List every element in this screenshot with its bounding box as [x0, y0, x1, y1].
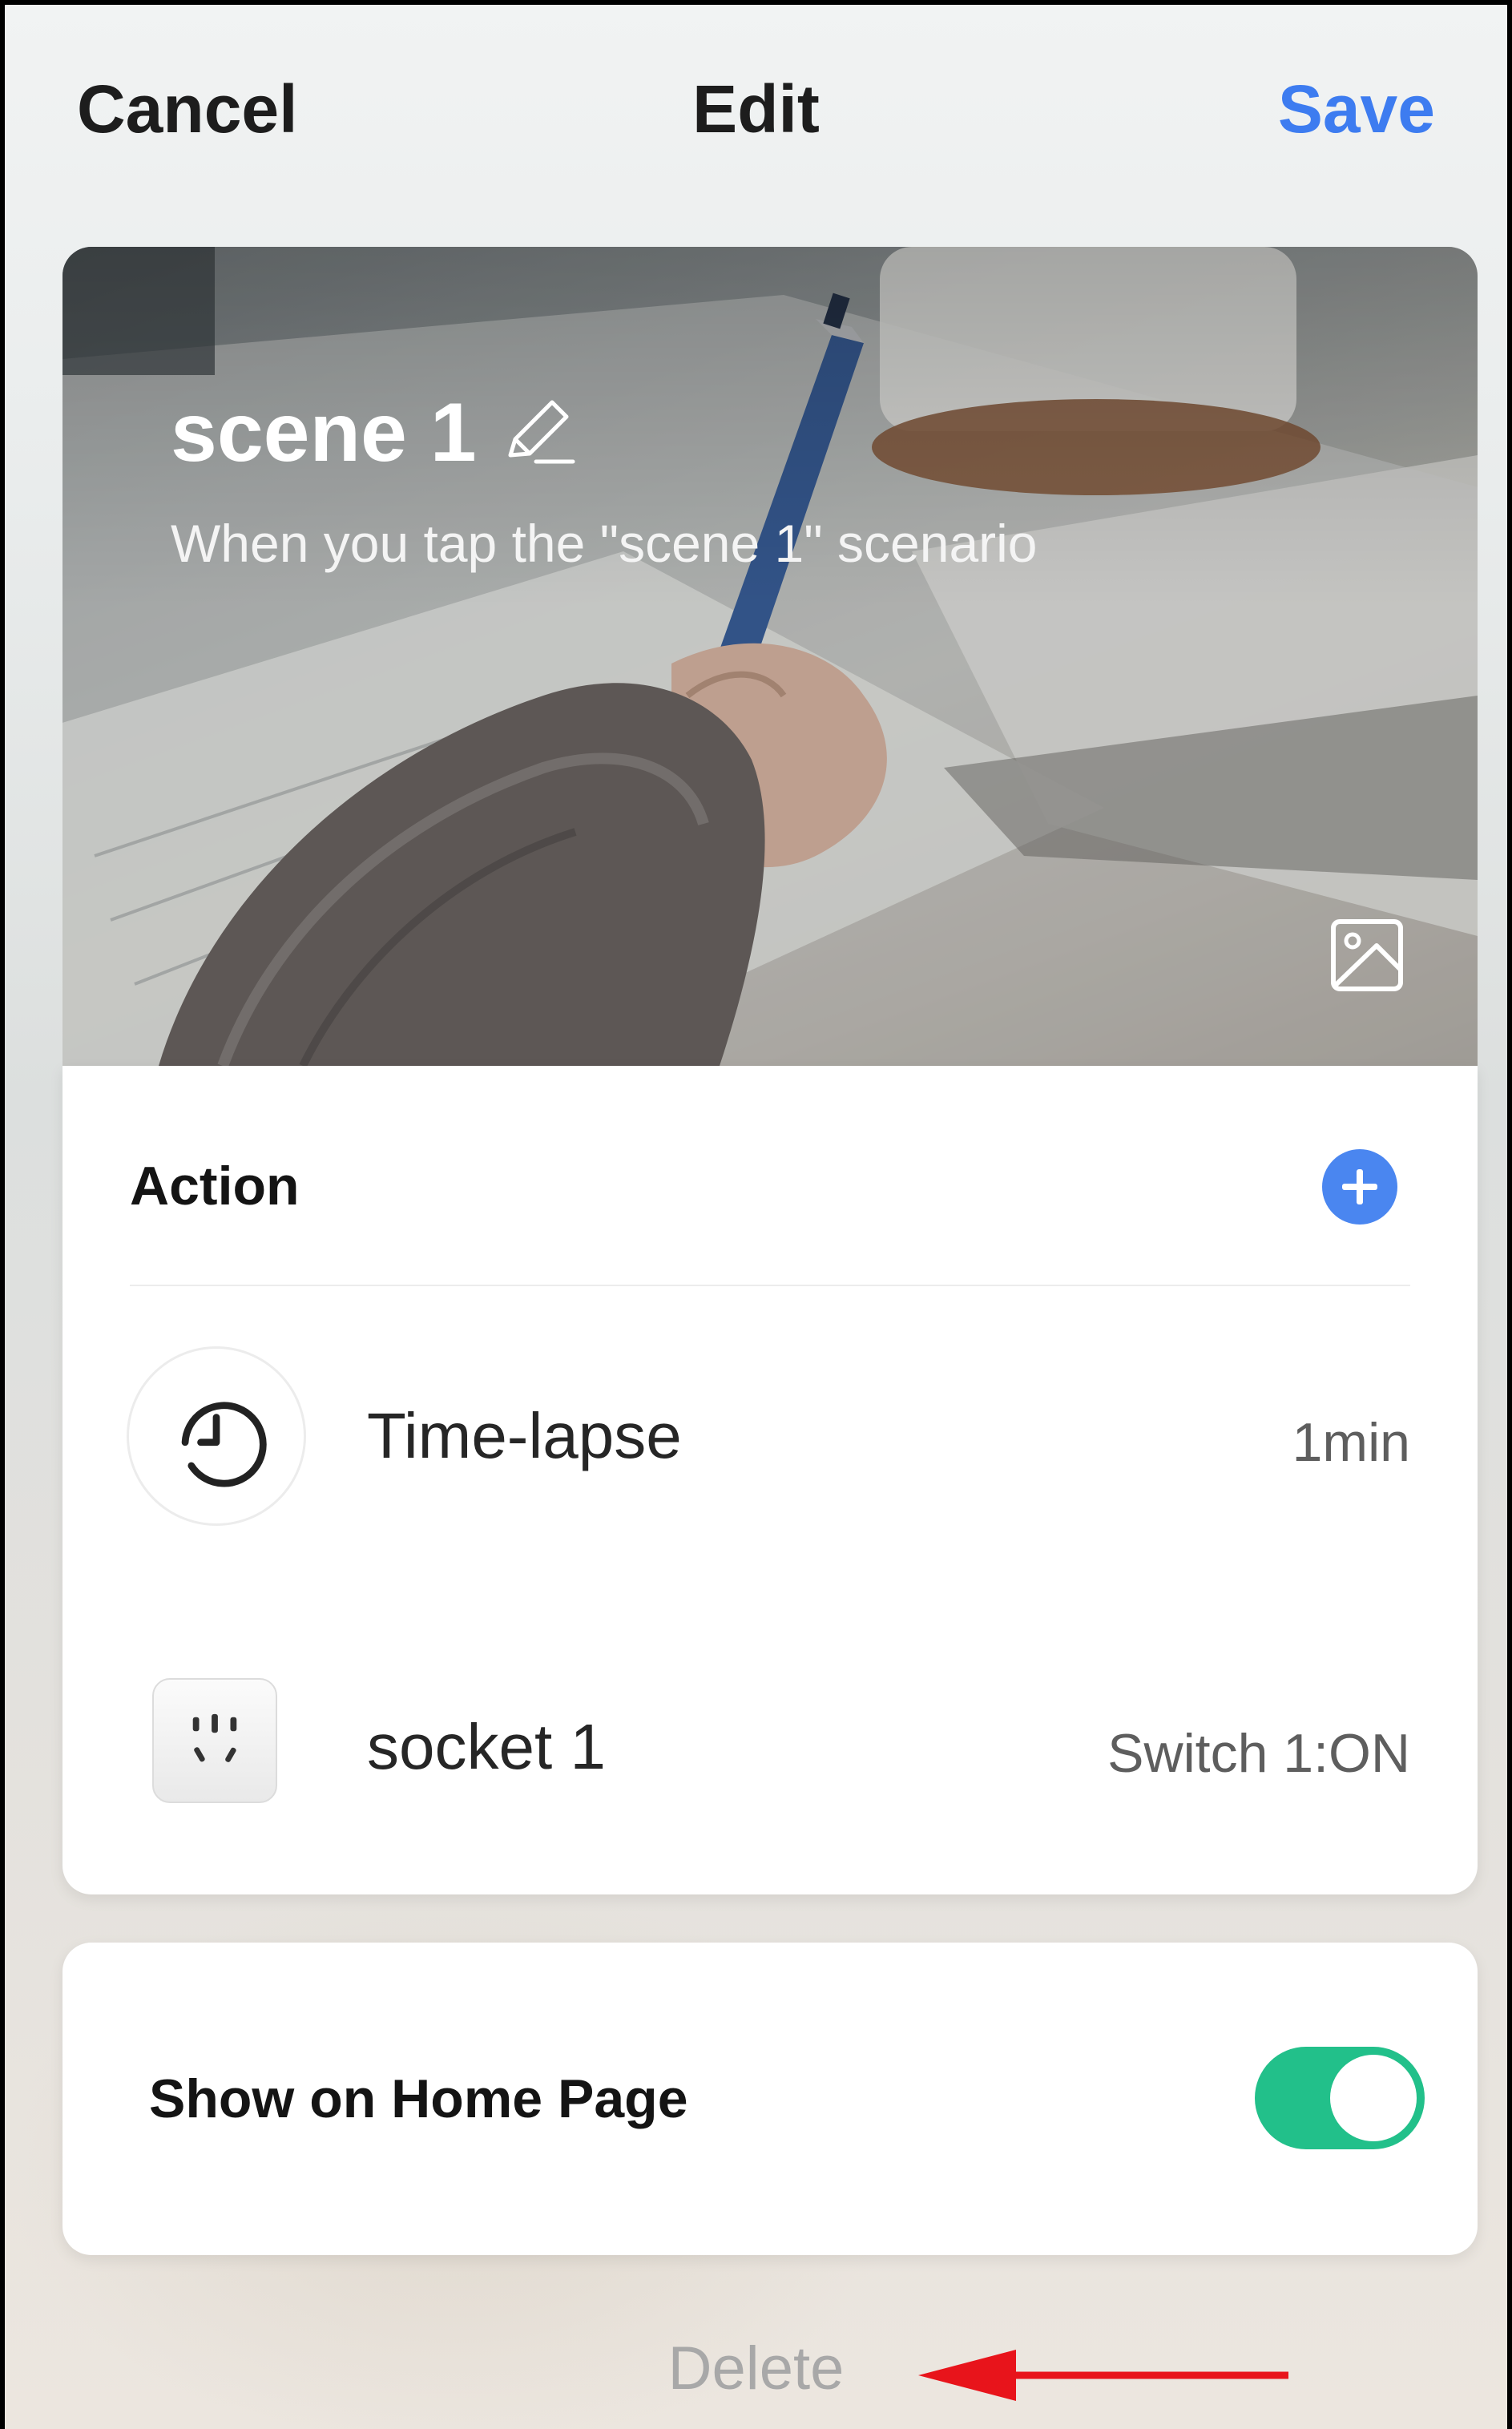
pencil-icon[interactable] — [499, 393, 579, 473]
show-on-home-toggle[interactable] — [1255, 2047, 1425, 2149]
add-action-button[interactable] — [1322, 1149, 1397, 1225]
action-value: Switch 1:ON — [1107, 1723, 1410, 1784]
socket-icon — [152, 1678, 277, 1803]
action-section-title: Action — [130, 1156, 300, 1217]
action-label: socket 1 — [367, 1711, 606, 1782]
toggle-knob — [1330, 2055, 1417, 2141]
image-icon[interactable] — [1329, 917, 1405, 994]
action-label: Time-lapse — [367, 1400, 682, 1471]
save-button[interactable]: Save — [1278, 69, 1435, 149]
action-row-socket[interactable]: socket 1 Switch 1:ON — [62, 1622, 1478, 1862]
scene-name: scene 1 — [171, 386, 477, 479]
app-screen: Edit Cancel Save scene 1 When you tap th… — [0, 0, 1512, 2429]
action-value: 1min — [1292, 1412, 1410, 1473]
delete-button[interactable]: Delete — [668, 2334, 845, 2403]
scene-description: When you tap the "scene 1" scenario — [171, 514, 1038, 573]
annotation-arrow-icon — [918, 2350, 1288, 2401]
header-bar: Edit Cancel Save — [5, 5, 1507, 213]
show-on-home-label: Show on Home Page — [149, 2068, 688, 2129]
action-row-time-lapse[interactable]: Time-lapse 1min — [62, 1317, 1478, 1558]
divider — [130, 1285, 1410, 1286]
show-on-home-card: Show on Home Page — [62, 1943, 1478, 2255]
action-card: Action Time-lapse 1min socket 1 Switch 1… — [62, 1066, 1478, 1894]
cancel-button[interactable]: Cancel — [77, 69, 297, 149]
clock-icon — [127, 1346, 306, 1526]
scene-cover-image: scene 1 When you tap the "scene 1" scena… — [62, 247, 1478, 1066]
cover-photo — [62, 247, 1478, 1066]
